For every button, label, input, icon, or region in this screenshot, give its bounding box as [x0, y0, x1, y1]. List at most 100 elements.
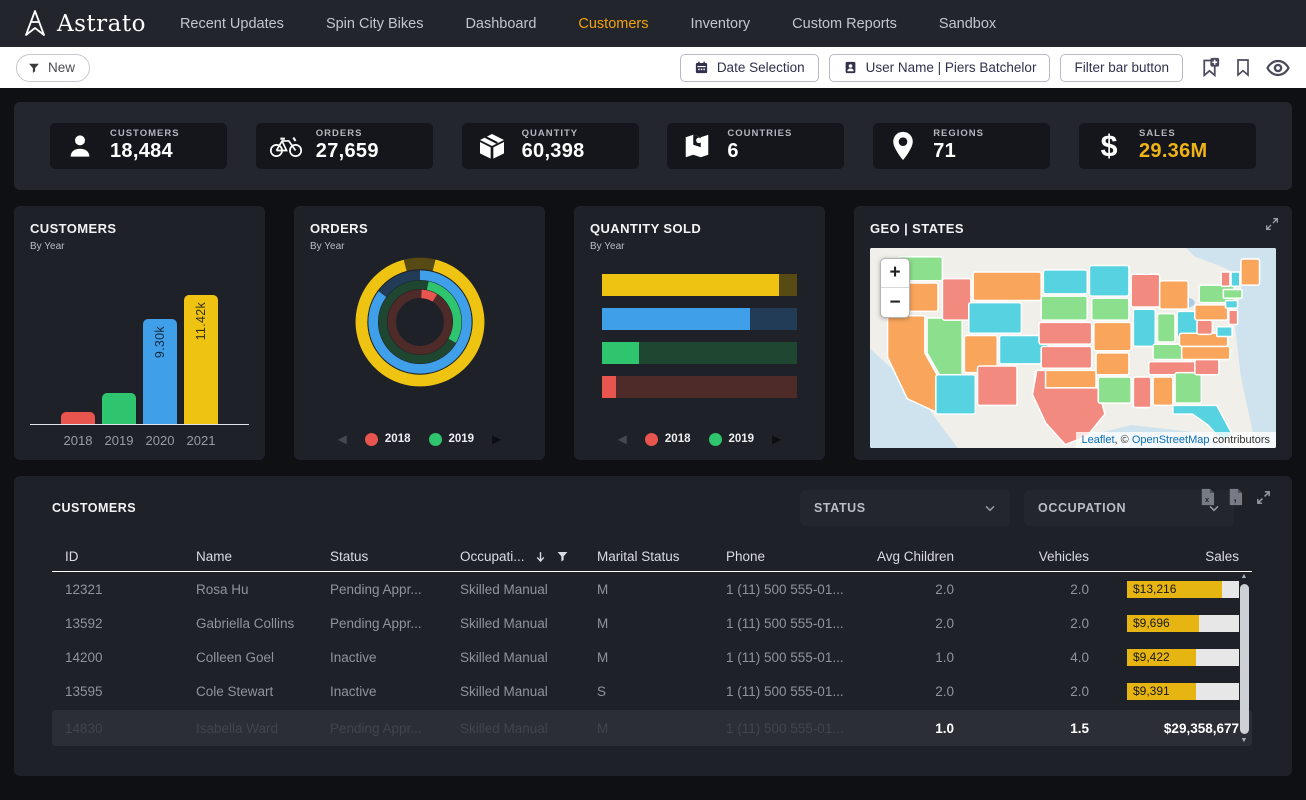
openstreetmap-link[interactable]: OpenStreetMap — [1132, 434, 1210, 446]
table-row[interactable]: 13592 Gabriella Collins Pending Appr... … — [52, 606, 1252, 640]
col-id[interactable]: ID — [65, 549, 196, 564]
tick-2019: 2019 — [102, 433, 136, 448]
date-selection-button[interactable]: Date Selection — [680, 54, 819, 82]
nav-item-custom-reports[interactable]: Custom Reports — [792, 16, 897, 32]
nav-item-customers[interactable]: Customers — [578, 16, 648, 32]
tick-2020: 2020 — [143, 433, 177, 448]
kpi-value: 27,659 — [316, 140, 379, 163]
col-occupation[interactable]: Occupati... — [460, 549, 597, 564]
quantity-bar-chart[interactable] — [590, 274, 809, 398]
nav-item-dashboard[interactable]: Dashboard — [465, 16, 536, 32]
kpi-customers: CUSTOMERS18,484 — [50, 123, 227, 169]
legend-item-2018[interactable]: 2018 — [645, 433, 691, 446]
user-badge-icon — [843, 60, 858, 75]
cell-id: 13592 — [65, 616, 196, 631]
sort-desc-icon[interactable] — [534, 550, 547, 564]
cell-vehicles: 2.0 — [954, 582, 1089, 597]
bookmark-icon[interactable] — [1233, 57, 1253, 78]
hbar-2018[interactable] — [602, 376, 797, 398]
pin-icon — [885, 130, 921, 162]
cell-status: Pending Appr... — [330, 582, 460, 597]
nav-items: Recent Updates Spin City Bikes Dashboard… — [180, 16, 996, 32]
legend-item-2019[interactable]: 2019 — [429, 433, 475, 446]
col-marital-status[interactable]: Marital Status — [597, 549, 726, 564]
eye-icon[interactable] — [1266, 58, 1290, 78]
legend-item-2019[interactable]: 2019 — [709, 433, 755, 446]
legend-next-icon[interactable]: ▶ — [772, 432, 781, 446]
status-filter-dropdown[interactable]: STATUS — [800, 490, 1010, 526]
export-excel-icon[interactable]: x — [1199, 488, 1216, 506]
new-button-label: New — [48, 60, 75, 75]
legend-prev-icon[interactable]: ◀ — [338, 432, 347, 446]
nav-item-inventory[interactable]: Inventory — [691, 16, 751, 32]
bookmark-add-icon[interactable] — [1199, 57, 1220, 78]
chart-subtitle: By Year — [30, 241, 249, 252]
filter-bar-button[interactable]: Filter bar button — [1060, 54, 1183, 82]
hbar-2019[interactable] — [602, 342, 797, 364]
brand[interactable]: Astrato — [22, 9, 146, 39]
cell-occupation: Skilled Manual — [460, 650, 597, 665]
expand-icon[interactable] — [1264, 216, 1280, 232]
bar-2020[interactable]: 9.30k — [143, 319, 177, 424]
cell-avg-children: 2.0 — [850, 616, 954, 631]
col-status[interactable]: Status — [330, 549, 460, 564]
kpi-strip: CUSTOMERS18,484 ORDERS27,659 — [14, 102, 1292, 190]
user-button-label: User Name | Piers Batchelor — [866, 60, 1037, 75]
leaflet-link[interactable]: Leaflet — [1082, 434, 1115, 446]
hbar-2020[interactable] — [602, 308, 797, 330]
scroll-down-icon[interactable]: ▼ — [1241, 736, 1248, 746]
chart-title: CUSTOMERS — [30, 221, 249, 236]
scroll-up-icon[interactable]: ▲ — [1241, 572, 1248, 582]
cell-occupation: Skilled Manual — [460, 582, 597, 597]
cell-occupation: Skilled Manual — [460, 616, 597, 631]
kpi-label: COUNTRIES — [727, 129, 792, 140]
col-vehicles[interactable]: Vehicles — [954, 549, 1089, 564]
table-row[interactable]: 12321 Rosa Hu Pending Appr... Skilled Ma… — [52, 572, 1252, 606]
cell-avg-children: 1.0 — [850, 650, 954, 665]
nav-item-spin-city-bikes[interactable]: Spin City Bikes — [326, 16, 424, 32]
us-states-map[interactable]: + − Leaflet, © OpenStreetMap contributor… — [870, 248, 1276, 448]
person-icon — [62, 130, 98, 162]
sales-value: $13,216 — [1133, 582, 1176, 596]
chart-subtitle: By Year — [590, 241, 809, 252]
col-occupation-label: Occupati... — [460, 549, 525, 564]
col-phone[interactable]: Phone — [726, 549, 850, 564]
filter-funnel-icon[interactable] — [556, 550, 569, 563]
nav-item-recent-updates[interactable]: Recent Updates — [180, 16, 284, 32]
bar-2021[interactable]: 11.42k — [184, 295, 218, 424]
toolbar: New Date Selection User Name | Piers Bat… — [0, 47, 1306, 88]
cell-vehicles: 4.0 — [954, 650, 1089, 665]
table-scrollbar[interactable]: ▲ ▼ — [1238, 572, 1250, 746]
cell-avg-children: 2.0 — [850, 684, 954, 699]
cell-sales: $13,216 — [1089, 581, 1239, 598]
hbar-2021[interactable] — [602, 274, 797, 296]
table-row[interactable]: 13595 Cole Stewart Inactive Skilled Manu… — [52, 674, 1252, 708]
legend-next-icon[interactable]: ▶ — [492, 432, 501, 446]
kpi-label: ORDERS — [316, 129, 379, 140]
nav-item-sandbox[interactable]: Sandbox — [939, 16, 996, 32]
customers-bar-chart[interactable]: 9.30k 11.42k 2018 2019 2020 2021 — [30, 290, 249, 448]
col-avg-children[interactable]: Avg Children — [850, 549, 954, 564]
col-sales[interactable]: Sales — [1089, 549, 1239, 564]
total-avg-children: 1.0 — [850, 721, 954, 736]
zoom-in-button[interactable]: + — [881, 259, 909, 288]
customers-chart-card: CUSTOMERS By Year 9.30k 11.42k 2018 2019… — [14, 206, 265, 460]
export-csv-icon[interactable]: , — [1227, 488, 1244, 506]
orders-donut-chart[interactable] — [354, 256, 486, 388]
expand-icon[interactable] — [1255, 489, 1272, 506]
attribution-separator: , © — [1115, 434, 1132, 446]
sales-value: $9,422 — [1133, 650, 1170, 664]
scrollbar-thumb[interactable] — [1240, 584, 1249, 734]
user-button[interactable]: User Name | Piers Batchelor — [829, 54, 1051, 82]
new-filter-button[interactable]: New — [16, 54, 90, 82]
legend-dot-red — [365, 433, 378, 446]
bar-2018[interactable] — [61, 412, 95, 424]
legend-prev-icon[interactable]: ◀ — [618, 432, 627, 446]
astrato-logo-icon — [22, 9, 48, 39]
col-name[interactable]: Name — [196, 549, 330, 564]
box-icon — [474, 130, 510, 162]
zoom-out-button[interactable]: − — [881, 288, 909, 317]
bar-2019[interactable] — [102, 393, 136, 424]
legend-item-2018[interactable]: 2018 — [365, 433, 411, 446]
table-row[interactable]: 14200 Colleen Goel Inactive Skilled Manu… — [52, 640, 1252, 674]
